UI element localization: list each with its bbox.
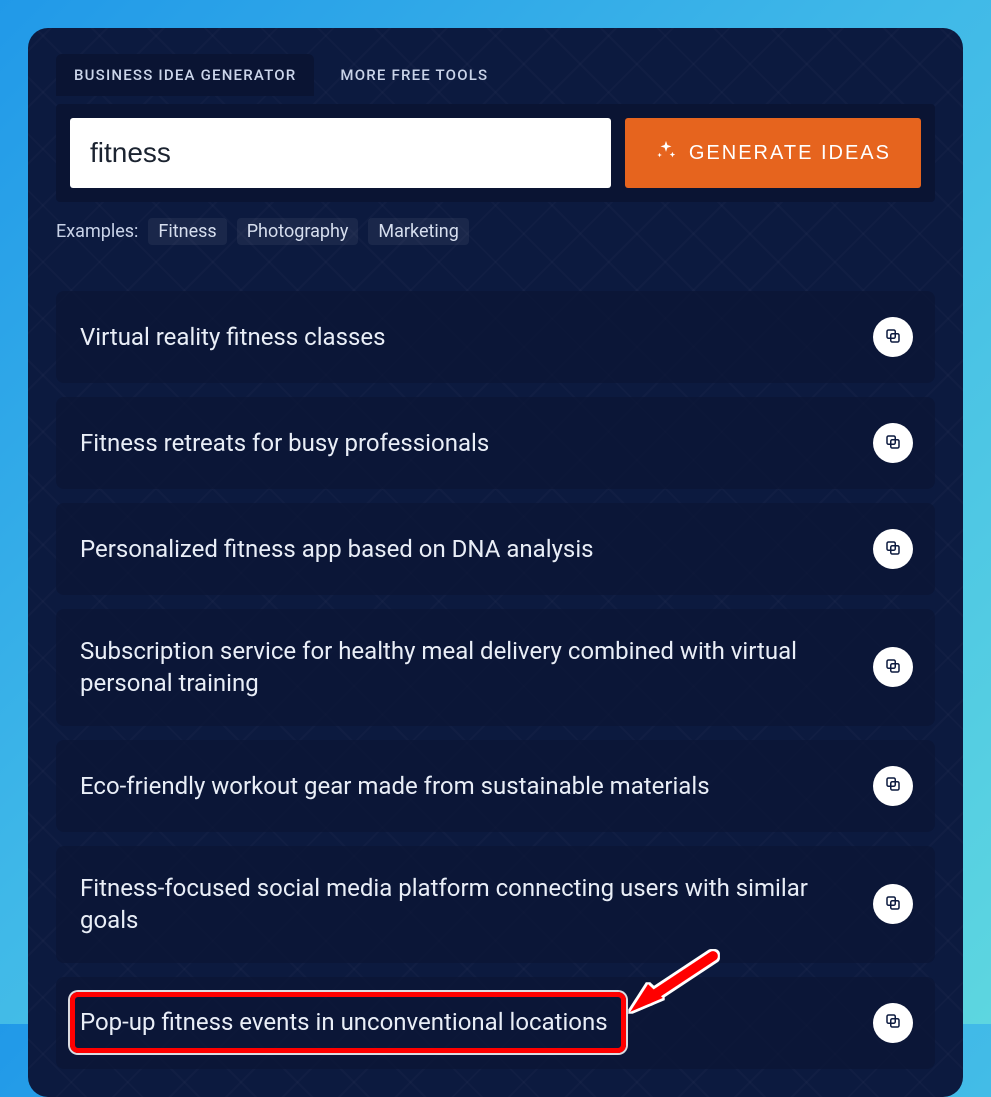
idea-card: Fitness-focused social media platform co…: [56, 846, 935, 963]
sparkle-icon: [655, 139, 677, 167]
idea-card: Eco-friendly workout gear made from sust…: [56, 740, 935, 832]
example-chip-fitness[interactable]: Fitness: [148, 218, 226, 245]
idea-text: Personalized fitness app based on DNA an…: [80, 533, 857, 565]
copy-icon: [884, 657, 902, 678]
idea-text: Virtual reality fitness classes: [80, 321, 857, 353]
copy-icon: [884, 1012, 902, 1033]
idea-card: Pop-up fitness events in unconventional …: [56, 977, 935, 1069]
copy-button[interactable]: [873, 884, 913, 924]
search-row: GENERATE IDEAS: [56, 104, 935, 202]
idea-text: Fitness retreats for busy professionals: [80, 427, 857, 459]
copy-button[interactable]: [873, 766, 913, 806]
copy-button[interactable]: [873, 529, 913, 569]
idea-card: Fitness retreats for busy professionals: [56, 397, 935, 489]
idea-text: Subscription service for healthy meal de…: [80, 635, 857, 700]
copy-button[interactable]: [873, 317, 913, 357]
copy-button[interactable]: [873, 1003, 913, 1043]
tab-business-idea-generator[interactable]: BUSINESS IDEA GENERATOR: [56, 54, 314, 96]
idea-text: Pop-up fitness events in unconventional …: [80, 1006, 857, 1038]
tabs-row: BUSINESS IDEA GENERATOR MORE FREE TOOLS: [56, 54, 935, 96]
copy-icon: [884, 539, 902, 560]
example-chip-marketing[interactable]: Marketing: [368, 218, 468, 245]
examples-row: Examples: Fitness Photography Marketing: [56, 218, 935, 245]
example-chip-photography[interactable]: Photography: [237, 218, 359, 245]
copy-button[interactable]: [873, 647, 913, 687]
copy-icon: [884, 894, 902, 915]
topic-input[interactable]: [70, 118, 611, 188]
examples-label: Examples:: [56, 221, 138, 242]
copy-button[interactable]: [873, 423, 913, 463]
idea-text: Fitness-focused social media platform co…: [80, 872, 857, 937]
copy-icon: [884, 327, 902, 348]
idea-card: Virtual reality fitness classes: [56, 291, 935, 383]
idea-card: Subscription service for healthy meal de…: [56, 609, 935, 726]
copy-icon: [884, 433, 902, 454]
generator-panel: BUSINESS IDEA GENERATOR MORE FREE TOOLS …: [28, 28, 963, 1097]
idea-text: Eco-friendly workout gear made from sust…: [80, 770, 857, 802]
tab-more-free-tools[interactable]: MORE FREE TOOLS: [322, 54, 506, 96]
idea-card: Personalized fitness app based on DNA an…: [56, 503, 935, 595]
ideas-list: Virtual reality fitness classes Fitness r…: [56, 291, 935, 1069]
generate-button[interactable]: GENERATE IDEAS: [625, 118, 921, 188]
copy-icon: [884, 775, 902, 796]
generate-button-label: GENERATE IDEAS: [689, 142, 891, 165]
